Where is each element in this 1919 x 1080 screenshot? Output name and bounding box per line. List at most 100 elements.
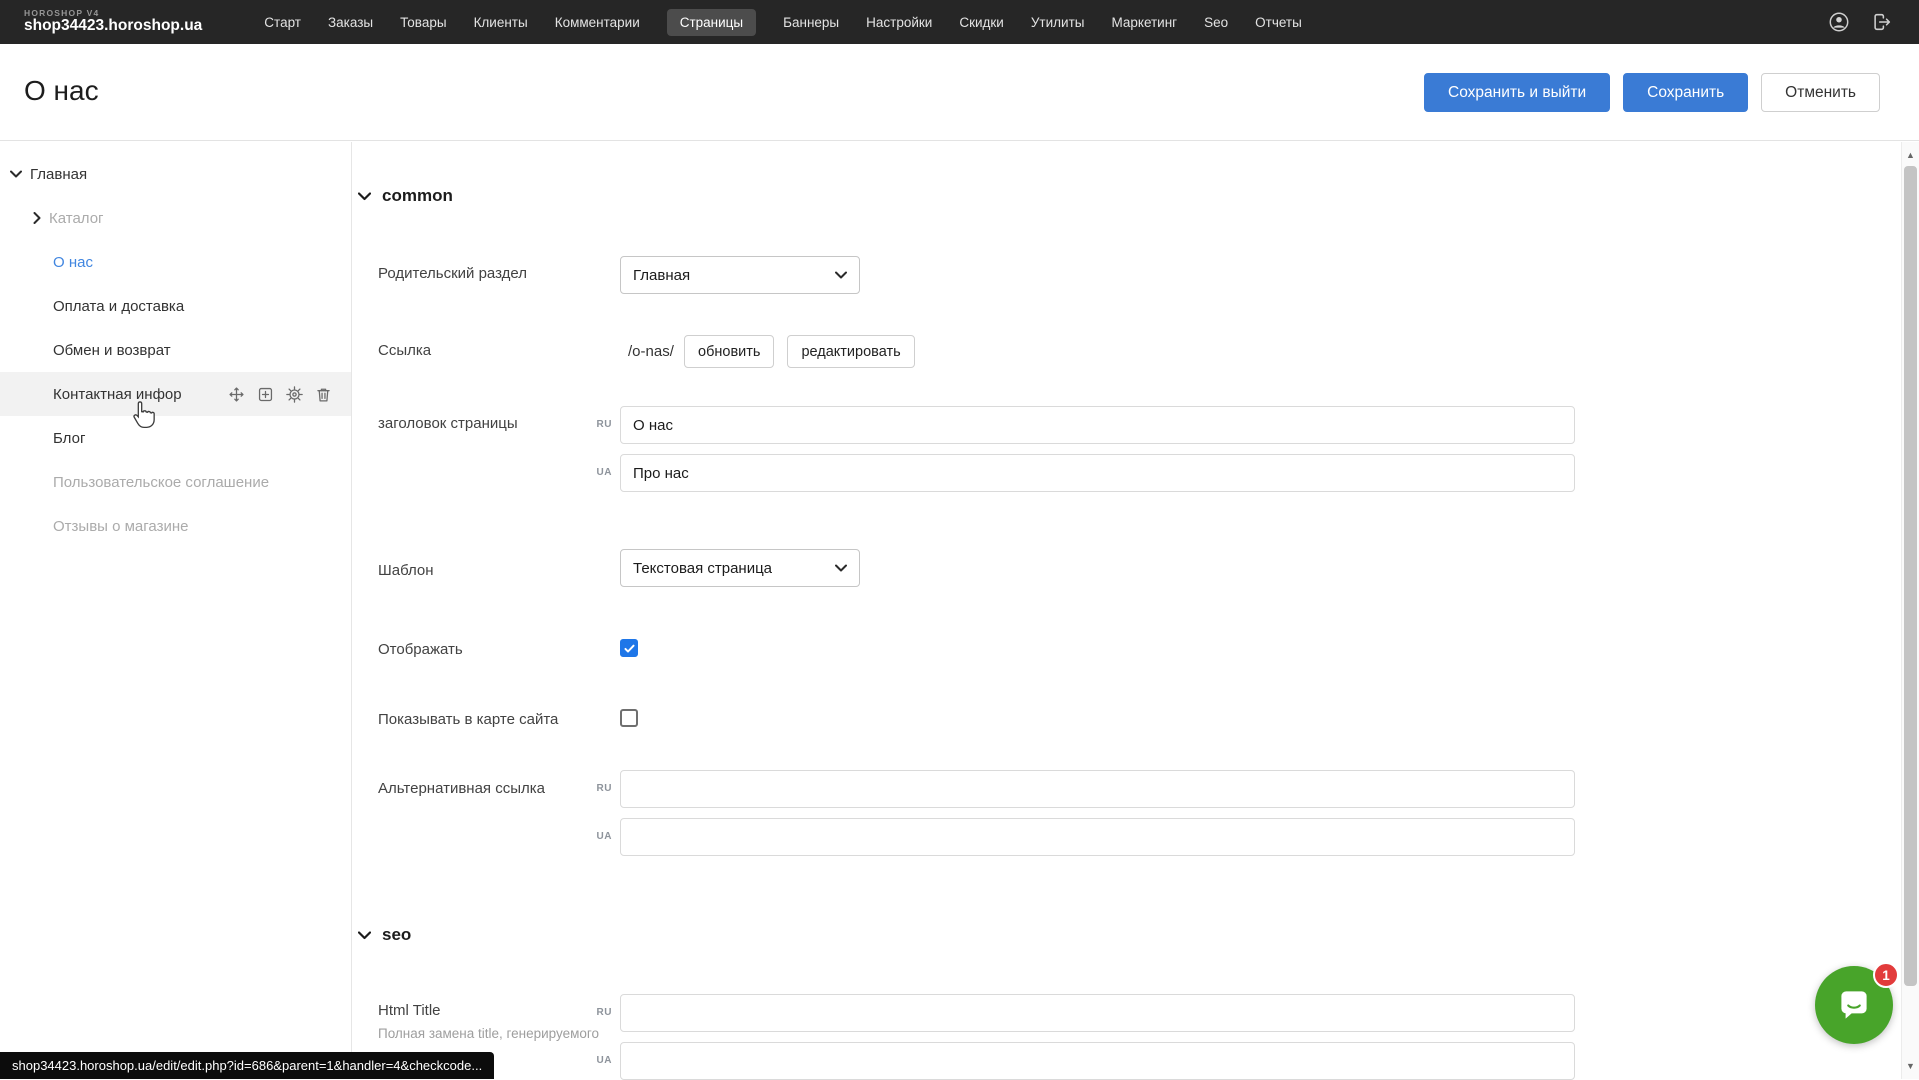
ru-lang-badge: RU xyxy=(580,1007,612,1018)
sidebar-item-oplata-i-dostavka[interactable]: Оплата и доставка xyxy=(0,284,351,328)
html-title-label: Html Title xyxy=(378,1002,441,1019)
sidebar-item-label: О нас xyxy=(53,254,93,271)
alt-link-label: Альтернативная ссылка xyxy=(378,780,545,797)
section-seo-header[interactable]: seo xyxy=(358,925,411,945)
top-navbar: HOROSHOP V4 shop34423.horoshop.ua Старт … xyxy=(0,0,1919,44)
delete-trash-icon[interactable] xyxy=(315,386,332,403)
nav-item-marketing[interactable]: Маркетинг xyxy=(1111,15,1177,30)
section-title: common xyxy=(382,186,453,206)
logout-icon[interactable] xyxy=(1871,11,1893,33)
nav-item-settings[interactable]: Настройки xyxy=(866,15,932,30)
nav-item-clients[interactable]: Клиенты xyxy=(474,15,528,30)
link-buttons: обновить редактировать xyxy=(684,335,915,368)
section-common-header[interactable]: common xyxy=(358,186,453,206)
link-label: Ссылка xyxy=(378,342,431,359)
nav-item-reports[interactable]: Отчеты xyxy=(1255,15,1302,30)
logo-domain-label: shop34423.horoshop.ua xyxy=(24,18,202,34)
page-title-ua-input[interactable] xyxy=(620,454,1575,492)
pages-tree-sidebar: Главная Каталог О нас Оплата и доставка … xyxy=(0,142,352,1079)
section-title: seo xyxy=(382,925,411,945)
nav-item-banners[interactable]: Баннеры xyxy=(783,15,839,30)
scroll-up-arrow-icon[interactable]: ▲ xyxy=(1902,148,1919,162)
display-checkbox[interactable] xyxy=(620,639,638,657)
sidebar-item-glavnaya[interactable]: Главная xyxy=(0,152,351,196)
page-title: О нас xyxy=(24,75,99,107)
html-title-ru-input[interactable] xyxy=(620,994,1575,1032)
html-title-hint: Полная замена title, генерируемого xyxy=(378,1026,599,1041)
nav-item-products[interactable]: Товары xyxy=(400,15,446,30)
chevron-right-icon[interactable] xyxy=(33,212,41,224)
sitemap-checkbox[interactable] xyxy=(620,709,638,727)
sidebar-item-o-nas[interactable]: О нас xyxy=(0,240,351,284)
account-icon[interactable] xyxy=(1828,11,1850,33)
nav-item-start[interactable]: Старт xyxy=(264,15,301,30)
page-title-ru-input[interactable] xyxy=(620,406,1575,444)
chat-unread-badge: 1 xyxy=(1873,962,1899,988)
sidebar-item-label: Обмен и возврат xyxy=(53,342,171,359)
sidebar-item-otzyvy-o-magazine[interactable]: Отзывы о магазине xyxy=(0,504,351,548)
save-button[interactable]: Сохранить xyxy=(1623,73,1748,112)
ru-lang-badge: RU xyxy=(580,783,612,794)
sidebar-item-katalog[interactable]: Каталог xyxy=(0,196,351,240)
header-actions: Сохранить и выйти Сохранить Отменить xyxy=(1424,73,1880,112)
save-and-exit-button[interactable]: Сохранить и выйти xyxy=(1424,73,1610,112)
navbar-right-icons xyxy=(1828,11,1893,33)
sidebar-item-obmen-i-vozvrat[interactable]: Обмен и возврат xyxy=(0,328,351,372)
main-menu: Старт Заказы Товары Клиенты Комментарии … xyxy=(264,9,1302,36)
alt-link-ua-input[interactable] xyxy=(620,818,1575,856)
shop-logo[interactable]: HOROSHOP V4 shop34423.horoshop.ua xyxy=(24,9,202,34)
selected-value: Текстовая страница xyxy=(633,560,772,577)
chevron-down-icon xyxy=(835,271,847,279)
parent-section-label: Родительский раздел xyxy=(378,265,527,282)
link-edit-button[interactable]: редактировать xyxy=(787,335,914,368)
sidebar-item-label: Контактная инфор xyxy=(53,386,182,403)
sidebar-item-kontaktnaya-infor[interactable]: Контактная инфор xyxy=(0,372,351,416)
link-url-statusbar: shop34423.horoshop.ua/edit/edit.php?id=6… xyxy=(0,1052,494,1079)
sidebar-item-blog[interactable]: Блог xyxy=(0,416,351,460)
sidebar-item-label: Каталог xyxy=(49,210,104,227)
chevron-down-icon xyxy=(835,564,847,572)
selected-value: Главная xyxy=(633,267,690,284)
parent-section-select[interactable]: Главная xyxy=(620,256,860,294)
vertical-scrollbar[interactable]: ▲ ▼ xyxy=(1901,142,1919,1079)
ua-lang-badge: UA xyxy=(580,467,612,478)
sidebar-item-label: Отзывы о магазине xyxy=(53,518,188,535)
cancel-button[interactable]: Отменить xyxy=(1761,73,1880,112)
nav-item-discounts[interactable]: Скидки xyxy=(959,15,1004,30)
page-header: О нас Сохранить и выйти Сохранить Отмени… xyxy=(0,44,1919,141)
sidebar-item-polzovatelskoe-soglashenie[interactable]: Пользовательское соглашение xyxy=(0,460,351,504)
ua-lang-badge: UA xyxy=(580,1055,612,1066)
ua-lang-badge: UA xyxy=(580,831,612,842)
nav-item-seo[interactable]: Seo xyxy=(1204,15,1228,30)
link-path-value: /o-nas/ xyxy=(628,343,674,360)
tree-row-actions xyxy=(228,386,332,403)
sidebar-item-label: Блог xyxy=(53,430,85,447)
page-title-field-label: заголовок страницы xyxy=(378,415,518,432)
add-page-icon[interactable] xyxy=(257,386,274,403)
ru-lang-badge: RU xyxy=(580,419,612,430)
nav-item-orders[interactable]: Заказы xyxy=(328,15,373,30)
display-label: Отображать xyxy=(378,641,463,658)
nav-item-utilities[interactable]: Утилиты xyxy=(1031,15,1085,30)
main-form-panel xyxy=(353,142,1900,1079)
scrollbar-thumb[interactable] xyxy=(1904,166,1917,986)
template-select[interactable]: Текстовая страница xyxy=(620,549,860,587)
nav-item-pages[interactable]: Страницы xyxy=(667,9,756,36)
chevron-down-icon[interactable] xyxy=(10,170,22,178)
drag-move-icon[interactable] xyxy=(228,386,245,403)
chat-bubble-icon xyxy=(1833,984,1875,1026)
check-icon xyxy=(623,642,636,655)
sidebar-item-label: Пользовательское соглашение xyxy=(53,474,269,491)
template-label: Шаблон xyxy=(378,562,434,579)
sitemap-label: Показывать в карте сайта xyxy=(378,711,558,728)
settings-gear-icon[interactable] xyxy=(286,386,303,403)
chevron-down-icon xyxy=(358,192,371,201)
nav-item-comments[interactable]: Комментарии xyxy=(555,15,640,30)
link-refresh-button[interactable]: обновить xyxy=(684,335,774,368)
sidebar-item-label: Оплата и доставка xyxy=(53,298,184,315)
chevron-down-icon xyxy=(358,931,371,940)
html-title-ua-input[interactable] xyxy=(620,1042,1575,1080)
alt-link-ru-input[interactable] xyxy=(620,770,1575,808)
scroll-down-arrow-icon[interactable]: ▼ xyxy=(1902,1059,1919,1073)
sidebar-item-label: Главная xyxy=(30,166,87,183)
